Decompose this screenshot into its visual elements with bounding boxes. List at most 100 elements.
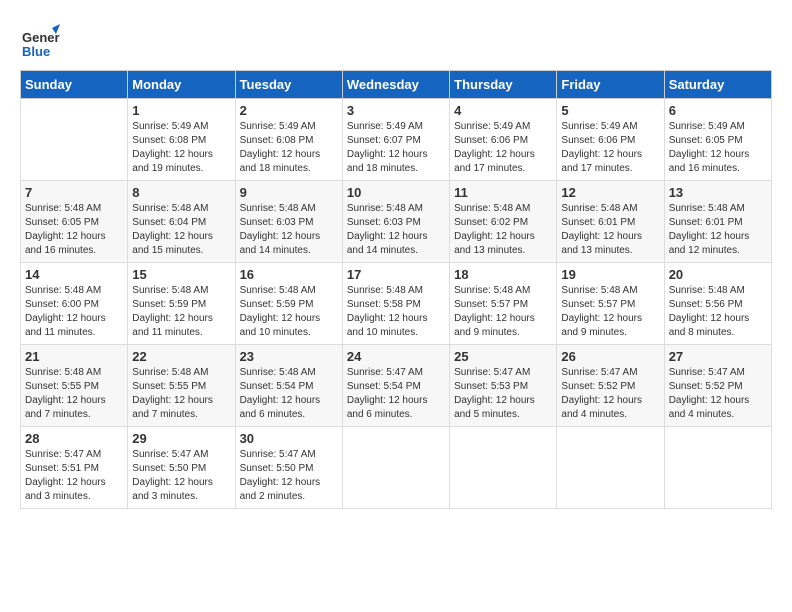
day-cell: 18 Sunrise: 5:48 AM Sunset: 5:57 PM Dayli… — [450, 263, 557, 345]
day-cell: 12 Sunrise: 5:48 AM Sunset: 6:01 PM Dayli… — [557, 181, 664, 263]
day-number: 26 — [561, 349, 659, 364]
calendar-header: SundayMondayTuesdayWednesdayThursdayFrid… — [21, 71, 772, 99]
day-cell: 9 Sunrise: 5:48 AM Sunset: 6:03 PM Daylig… — [235, 181, 342, 263]
day-info: Sunrise: 5:48 AM Sunset: 6:00 PM Dayligh… — [25, 284, 123, 340]
day-number: 19 — [561, 267, 659, 282]
day-info: Sunrise: 5:48 AM Sunset: 5:58 PM Dayligh… — [347, 284, 445, 340]
day-cell: 20 Sunrise: 5:48 AM Sunset: 5:56 PM Dayli… — [664, 263, 771, 345]
day-cell: 30 Sunrise: 5:47 AM Sunset: 5:50 PM Dayli… — [235, 427, 342, 509]
day-info: Sunrise: 5:48 AM Sunset: 6:03 PM Dayligh… — [347, 202, 445, 258]
day-number: 1 — [132, 103, 230, 118]
weekday-header: Tuesday — [235, 71, 342, 99]
day-cell: 10 Sunrise: 5:48 AM Sunset: 6:03 PM Dayli… — [342, 181, 449, 263]
day-cell: 8 Sunrise: 5:48 AM Sunset: 6:04 PM Daylig… — [128, 181, 235, 263]
day-number: 7 — [25, 185, 123, 200]
day-number: 22 — [132, 349, 230, 364]
weekday-header: Friday — [557, 71, 664, 99]
day-number: 5 — [561, 103, 659, 118]
day-number: 12 — [561, 185, 659, 200]
day-info: Sunrise: 5:48 AM Sunset: 6:05 PM Dayligh… — [25, 202, 123, 258]
empty-cell — [557, 427, 664, 509]
day-number: 28 — [25, 431, 123, 446]
day-cell: 17 Sunrise: 5:48 AM Sunset: 5:58 PM Dayli… — [342, 263, 449, 345]
day-info: Sunrise: 5:48 AM Sunset: 5:54 PM Dayligh… — [240, 366, 338, 422]
day-cell: 6 Sunrise: 5:49 AM Sunset: 6:05 PM Daylig… — [664, 99, 771, 181]
day-cell: 19Sunrise: 5:48 AM Sunset: 5:57 PM Dayli… — [557, 263, 664, 345]
day-cell: 2 Sunrise: 5:49 AM Sunset: 6:08 PM Daylig… — [235, 99, 342, 181]
day-cell: 22 Sunrise: 5:48 AM Sunset: 5:55 PM Dayli… — [128, 345, 235, 427]
day-cell: 24 Sunrise: 5:47 AM Sunset: 5:54 PM Dayli… — [342, 345, 449, 427]
empty-cell — [664, 427, 771, 509]
day-cell: 7 Sunrise: 5:48 AM Sunset: 6:05 PM Daylig… — [21, 181, 128, 263]
day-info: Sunrise: 5:49 AM Sunset: 6:05 PM Dayligh… — [669, 120, 767, 176]
page-header: General Blue — [20, 20, 772, 60]
day-info: Sunrise: 5:48 AM Sunset: 5:59 PM Dayligh… — [240, 284, 338, 340]
weekday-header: Saturday — [664, 71, 771, 99]
day-cell: 27 Sunrise: 5:47 AM Sunset: 5:52 PM Dayli… — [664, 345, 771, 427]
day-cell: 16 Sunrise: 5:48 AM Sunset: 5:59 PM Dayli… — [235, 263, 342, 345]
day-number: 30 — [240, 431, 338, 446]
day-info: Sunrise: 5:48 AM Sunset: 6:03 PM Dayligh… — [240, 202, 338, 258]
day-number: 3 — [347, 103, 445, 118]
day-cell: 26 Sunrise: 5:47 AM Sunset: 5:52 PM Dayli… — [557, 345, 664, 427]
weekday-header: Sunday — [21, 71, 128, 99]
day-number: 9 — [240, 185, 338, 200]
day-cell: 13 Sunrise: 5:48 AM Sunset: 6:01 PM Dayli… — [664, 181, 771, 263]
calendar-table: SundayMondayTuesdayWednesdayThursdayFrid… — [20, 70, 772, 509]
day-number: 23 — [240, 349, 338, 364]
day-number: 16 — [240, 267, 338, 282]
day-info: Sunrise: 5:48 AM Sunset: 6:01 PM Dayligh… — [561, 202, 659, 258]
logo-icon: General Blue — [20, 20, 60, 60]
day-info: Sunrise: 5:48 AM Sunset: 5:55 PM Dayligh… — [25, 366, 123, 422]
day-number: 4 — [454, 103, 552, 118]
day-number: 10 — [347, 185, 445, 200]
day-info: Sunrise: 5:47 AM Sunset: 5:52 PM Dayligh… — [669, 366, 767, 422]
logo: General Blue — [20, 20, 64, 60]
day-number: 27 — [669, 349, 767, 364]
day-number: 20 — [669, 267, 767, 282]
day-cell: 28 Sunrise: 5:47 AM Sunset: 5:51 PM Dayli… — [21, 427, 128, 509]
day-info: Sunrise: 5:48 AM Sunset: 6:04 PM Dayligh… — [132, 202, 230, 258]
day-cell: 3 Sunrise: 5:49 AM Sunset: 6:07 PM Daylig… — [342, 99, 449, 181]
day-info: Sunrise: 5:48 AM Sunset: 5:57 PM Dayligh… — [454, 284, 552, 340]
day-info: Sunrise: 5:47 AM Sunset: 5:50 PM Dayligh… — [240, 448, 338, 504]
day-info: Sunrise: 5:48 AM Sunset: 5:59 PM Dayligh… — [132, 284, 230, 340]
day-cell: 21 Sunrise: 5:48 AM Sunset: 5:55 PM Dayli… — [21, 345, 128, 427]
day-number: 14 — [25, 267, 123, 282]
weekday-header: Monday — [128, 71, 235, 99]
day-cell: 14 Sunrise: 5:48 AM Sunset: 6:00 PM Dayli… — [21, 263, 128, 345]
weekday-header: Thursday — [450, 71, 557, 99]
day-number: 8 — [132, 185, 230, 200]
day-number: 17 — [347, 267, 445, 282]
day-info: Sunrise: 5:49 AM Sunset: 6:08 PM Dayligh… — [240, 120, 338, 176]
day-info: Sunrise: 5:47 AM Sunset: 5:50 PM Dayligh… — [132, 448, 230, 504]
day-info: Sunrise: 5:49 AM Sunset: 6:06 PM Dayligh… — [561, 120, 659, 176]
day-number: 25 — [454, 349, 552, 364]
day-number: 21 — [25, 349, 123, 364]
day-cell: 29 Sunrise: 5:47 AM Sunset: 5:50 PM Dayli… — [128, 427, 235, 509]
day-number: 24 — [347, 349, 445, 364]
day-info: Sunrise: 5:49 AM Sunset: 6:07 PM Dayligh… — [347, 120, 445, 176]
day-info: Sunrise: 5:47 AM Sunset: 5:51 PM Dayligh… — [25, 448, 123, 504]
day-info: Sunrise: 5:47 AM Sunset: 5:53 PM Dayligh… — [454, 366, 552, 422]
day-info: Sunrise: 5:48 AM Sunset: 5:56 PM Dayligh… — [669, 284, 767, 340]
day-number: 6 — [669, 103, 767, 118]
day-info: Sunrise: 5:47 AM Sunset: 5:54 PM Dayligh… — [347, 366, 445, 422]
day-number: 29 — [132, 431, 230, 446]
day-cell: 11Sunrise: 5:48 AM Sunset: 6:02 PM Dayli… — [450, 181, 557, 263]
day-cell: 25 Sunrise: 5:47 AM Sunset: 5:53 PM Dayli… — [450, 345, 557, 427]
empty-cell — [21, 99, 128, 181]
day-number: 2 — [240, 103, 338, 118]
day-number: 13 — [669, 185, 767, 200]
day-info: Sunrise: 5:48 AM Sunset: 5:55 PM Dayligh… — [132, 366, 230, 422]
svg-text:Blue: Blue — [22, 44, 50, 59]
day-number: 18 — [454, 267, 552, 282]
day-cell: 23 Sunrise: 5:48 AM Sunset: 5:54 PM Dayli… — [235, 345, 342, 427]
day-cell: 5 Sunrise: 5:49 AM Sunset: 6:06 PM Daylig… — [557, 99, 664, 181]
day-cell: 4 Sunrise: 5:49 AM Sunset: 6:06 PM Daylig… — [450, 99, 557, 181]
day-info: Sunrise: 5:47 AM Sunset: 5:52 PM Dayligh… — [561, 366, 659, 422]
day-info: Sunrise: 5:48 AM Sunset: 6:01 PM Dayligh… — [669, 202, 767, 258]
day-number: 15 — [132, 267, 230, 282]
day-info: Sunrise: 5:49 AM Sunset: 6:06 PM Dayligh… — [454, 120, 552, 176]
day-info: Sunrise: 5:49 AM Sunset: 6:08 PM Dayligh… — [132, 120, 230, 176]
